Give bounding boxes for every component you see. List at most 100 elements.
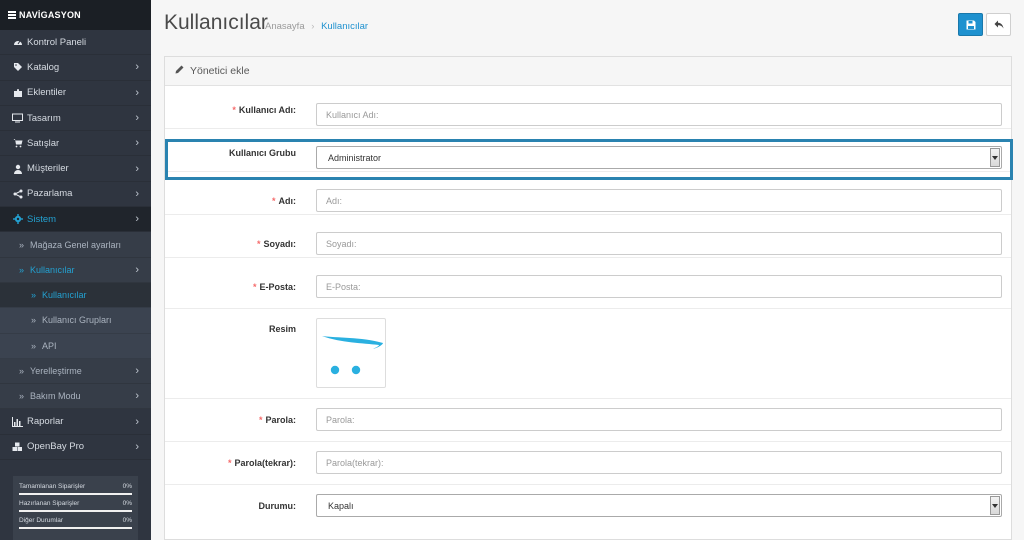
form-row-email: * E-Posta: — [165, 258, 1011, 309]
panel-heading: Yönetici ekle — [165, 57, 1011, 86]
breadcrumb-home-link[interactable]: Anasayfa — [265, 21, 305, 32]
cart-icon — [12, 138, 23, 149]
image-label: Resim — [268, 324, 296, 334]
sidebar-subitem-label: Mağaza Genel ayarları — [30, 239, 122, 250]
sidebar-item-label: Raporlar — [27, 416, 64, 428]
reply-icon — [994, 20, 1003, 29]
status-label: Diğer Durumlar — [19, 517, 64, 524]
sidebar-item-reports[interactable]: Raporlar › — [0, 409, 151, 435]
status-select[interactable]: Kapalı — [316, 494, 1002, 517]
sidebar-item-label: Sistem — [27, 213, 57, 225]
back-button[interactable] — [986, 13, 1011, 36]
form-row-image: Resim — [165, 309, 1011, 399]
sidebar-item-system[interactable]: Sistem › — [0, 207, 151, 233]
double-chevron-icon: » — [19, 366, 25, 376]
firstname-label-text: Adı: — [278, 196, 297, 206]
breadcrumb-current-link[interactable]: Kullanıcılar — [321, 21, 368, 32]
double-chevron-icon: » — [19, 391, 25, 402]
lastname-label-text: Soyadı: — [263, 239, 296, 249]
required-asterisk: * — [232, 105, 236, 115]
menu-icon — [8, 10, 16, 21]
sidebar-item-marketing[interactable]: Pazarlama › — [0, 182, 151, 208]
password-input[interactable] — [316, 408, 1002, 431]
sidebar-subitem-api[interactable]: » API — [0, 333, 151, 359]
sidebar: NAVİGASYON Kontrol Paneli Katalog › Ekle… — [0, 0, 151, 540]
sidebar-item-sales[interactable]: Satışlar › — [0, 131, 151, 157]
sidebar-subitem-label: Bakım Modu — [30, 391, 81, 402]
breadcrumb-separator: › — [311, 21, 315, 32]
sidebar-item-extensions[interactable]: Eklentiler › — [0, 81, 151, 106]
lastname-label: * Soyadı: — [257, 239, 296, 249]
breadcrumb: Anasayfa › Kullanıcılar — [265, 21, 368, 32]
status-label: Durumu: — [258, 501, 297, 511]
firstname-label: * Adı: — [272, 196, 296, 206]
status-row: Tamamlanan Siparişler 0% — [19, 483, 132, 490]
confirm-password-input[interactable] — [316, 451, 1002, 474]
required-asterisk: * — [252, 282, 257, 292]
dropdown-arrow-icon — [990, 496, 1000, 515]
double-chevron-icon: » — [31, 290, 37, 301]
nav-header: NAVİGASYON — [0, 0, 151, 30]
status-value: 0% — [122, 517, 132, 524]
required-asterisk: * — [227, 458, 232, 468]
sidebar-subitem-users[interactable]: » Kullanıcılar › — [0, 257, 151, 283]
status-row: Hazırlanan Siparişler 0% — [19, 500, 132, 507]
sidebar-item-label: OpenBay Pro — [27, 441, 85, 453]
monitor-icon — [12, 113, 23, 124]
form-row-firstname: * Adı: — [165, 172, 1011, 215]
sidebar-subitem-maintenance[interactable]: » Bakım Modu › — [0, 384, 151, 410]
status-label: Tamamlanan Siparişler — [19, 483, 86, 490]
sidebar-item-label: Satışlar — [27, 137, 60, 149]
chevron-right-icon: › — [135, 162, 139, 175]
sidebar-item-label: Pazarlama — [27, 188, 73, 200]
cubes-icon — [12, 441, 23, 452]
panel-title: Yönetici ekle — [190, 65, 250, 77]
double-chevron-icon: » — [19, 239, 25, 250]
sidebar-item-openbay[interactable]: OpenBay Pro › — [0, 435, 151, 461]
chevron-right-icon: › — [135, 415, 139, 428]
sidebar-item-catalog[interactable]: Katalog › — [0, 55, 151, 81]
chevron-right-icon: › — [135, 213, 139, 226]
tags-icon — [12, 62, 23, 73]
page-header: Kullanıcılar Anasayfa › Kullanıcılar — [151, 0, 1024, 48]
form-row-confirm: * Parola(tekrar): — [165, 442, 1011, 485]
required-asterisk: * — [258, 415, 263, 425]
add-user-panel: Yönetici ekle * Kullanıcı Adı: Kullanıcı … — [164, 56, 1013, 540]
nav-header-label: NAVİGASYON — [19, 10, 81, 20]
user-group-selected: Administrator — [328, 152, 382, 163]
double-chevron-icon: » — [19, 264, 25, 275]
lastname-input[interactable] — [316, 232, 1002, 255]
save-button[interactable] — [958, 13, 983, 36]
status-progress-bar — [19, 510, 132, 512]
sidebar-subitem-user-groups[interactable]: » Kullanıcı Grupları — [0, 308, 151, 334]
puzzle-icon — [12, 87, 23, 98]
chevron-right-icon: › — [135, 86, 139, 99]
dropdown-arrow-icon — [990, 148, 1000, 167]
email-input[interactable] — [316, 275, 1002, 298]
sidebar-item-label: Tasarım — [27, 112, 61, 124]
chevron-right-icon: › — [135, 390, 139, 403]
sidebar-subitem-users-list[interactable]: » Kullanıcılar — [0, 282, 151, 309]
firstname-input[interactable] — [316, 189, 1002, 212]
sidebar-subitem-label: Yerelleştirme — [30, 366, 82, 376]
placeholder-image — [322, 336, 383, 375]
sidebar-item-design[interactable]: Tasarım › — [0, 106, 151, 132]
sidebar-subitem-store-settings[interactable]: » Mağaza Genel ayarları — [0, 232, 151, 258]
chevron-right-icon: › — [135, 112, 139, 125]
status-row: Diğer Durumlar 0% — [19, 517, 132, 524]
password-label-text: Parola: — [265, 415, 296, 425]
status-value: 0% — [122, 483, 132, 490]
dashboard-icon — [12, 37, 23, 48]
status-progress-bar — [19, 493, 132, 495]
sidebar-item-dashboard[interactable]: Kontrol Paneli — [0, 30, 151, 56]
chevron-right-icon: › — [135, 365, 139, 377]
image-thumbnail[interactable] — [316, 318, 386, 388]
sidebar-subitem-localisation[interactable]: » Yerelleştirme › — [0, 358, 151, 385]
username-input[interactable] — [316, 103, 1002, 126]
chevron-right-icon: › — [135, 137, 139, 150]
sidebar-item-customers[interactable]: Müşteriler › — [0, 156, 151, 182]
user-icon — [12, 163, 23, 174]
form-row-password: * Parola: — [165, 399, 1011, 442]
user-group-select[interactable]: Administrator — [316, 146, 1002, 169]
double-chevron-icon: » — [31, 315, 37, 326]
